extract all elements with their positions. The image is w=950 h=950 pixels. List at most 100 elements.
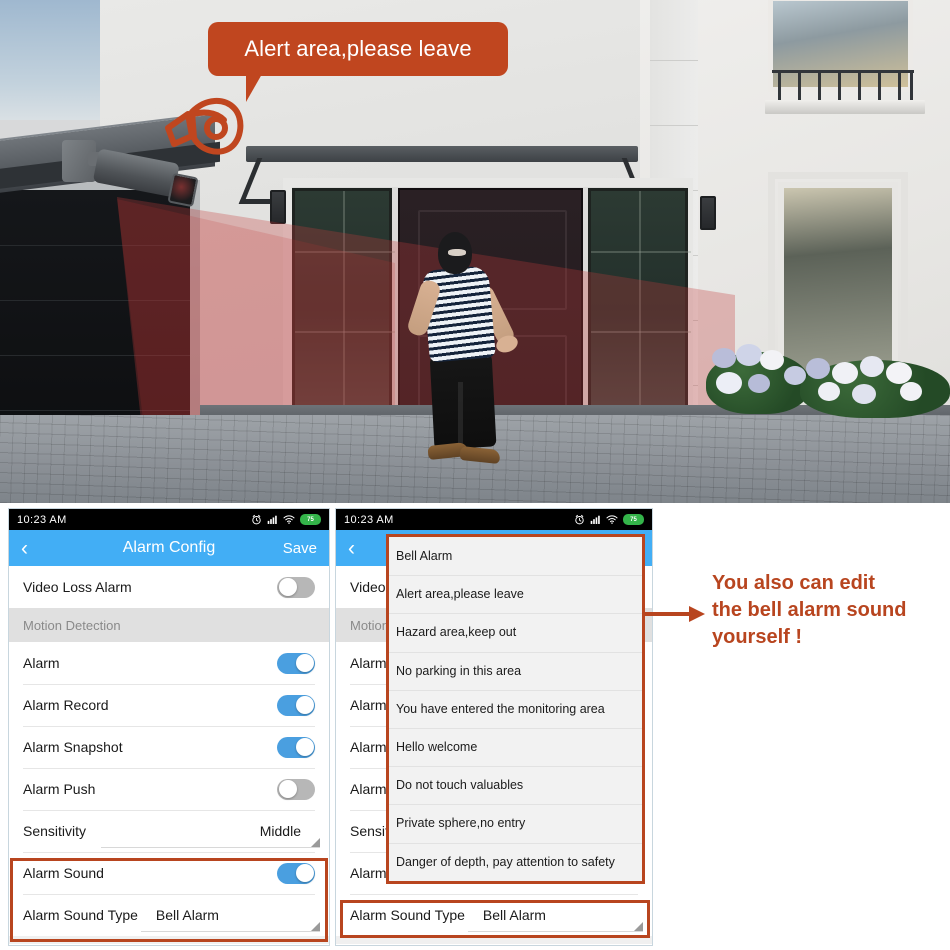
section-motion-detection: Motion Detection [9, 608, 329, 642]
flower [818, 382, 840, 401]
alarm-push-toggle[interactable] [277, 778, 315, 800]
field-underline [141, 931, 320, 932]
masked-intruder [398, 232, 548, 465]
row-label: Alarm Sound Type [23, 907, 138, 923]
signal-bars-icon [590, 515, 600, 524]
dropdown-option[interactable]: Alert area,please leave [389, 575, 642, 613]
row-alarm-sound-type[interactable]: Alarm Sound Type Bell Alarm [9, 894, 329, 936]
row-alarm[interactable]: Alarm [9, 642, 329, 684]
row-label: Alarm [350, 655, 387, 671]
door-canopy [246, 146, 638, 162]
flower [860, 356, 884, 377]
balcony-railing [772, 70, 914, 102]
signal-bars-icon [267, 515, 277, 524]
row-alarm-push[interactable]: Alarm Push [9, 768, 329, 810]
row-alarm-snapshot[interactable]: Alarm Snapshot [9, 726, 329, 768]
section-label: Motion [350, 617, 390, 633]
alarm-sound-type-dropdown[interactable]: Bell Alarm Alert area,please leave Hazar… [389, 537, 642, 881]
row-alarm-record[interactable]: Alarm Record [9, 684, 329, 726]
chevron-left-icon[interactable]: ‹ [348, 538, 355, 559]
status-time: 10:23 AM [344, 513, 394, 526]
bottom-spacer [336, 936, 652, 944]
phone-screenshot-alarm-config: 10:23 AM 75 ‹ Alarm Config Save Video Lo… [8, 508, 330, 946]
dropdown-option[interactable]: No parking in this area [389, 651, 642, 690]
row-alarm-sound-type[interactable]: Alarm Sound Type Bell Alarm [336, 894, 652, 936]
dropdown-corner-icon[interactable] [311, 922, 320, 931]
sensitivity-value: Middle [259, 823, 301, 839]
dropdown-option[interactable]: Hello welcome [389, 727, 642, 766]
row-label: Alarm Sound [23, 865, 104, 881]
dropdown-option[interactable]: Hazard area,keep out [389, 613, 642, 651]
annotation-line: You also can edit [712, 572, 875, 594]
row-label: Alarm [350, 739, 387, 755]
alarm-sound-toggle[interactable] [277, 862, 315, 884]
battery-level: 75 [307, 516, 314, 523]
flower [736, 344, 762, 366]
status-bar: 10:23 AM 75 [9, 509, 329, 530]
flower [748, 374, 770, 393]
door-lamp-left [270, 190, 286, 224]
status-bar: 10:23 AM 75 [336, 509, 652, 530]
row-label: Alarm Push [23, 781, 96, 797]
row-label: Video [350, 579, 386, 595]
row-video-loss-alarm[interactable]: Video Loss Alarm [9, 566, 329, 608]
sky [0, 0, 110, 120]
alarm-sound-type-value: Bell Alarm [155, 907, 219, 923]
alarm-record-toggle[interactable] [277, 694, 315, 716]
alarm-clock-icon [575, 514, 584, 525]
door-lamp-right [700, 196, 716, 230]
alarm-snapshot-toggle[interactable] [277, 736, 315, 758]
speech-bubble: Alert area,please leave [208, 22, 508, 76]
battery-icon: 75 [300, 514, 321, 525]
save-button[interactable]: Save [283, 540, 317, 557]
flower [886, 362, 912, 384]
wifi-icon [283, 515, 295, 524]
video-loss-alarm-toggle[interactable] [277, 576, 315, 598]
row-sensitivity[interactable]: Sensitivity Middle [9, 810, 329, 852]
dropdown-option[interactable]: Bell Alarm [389, 537, 642, 575]
dropdown-option[interactable]: Do not touch valuables [389, 766, 642, 804]
annotation-line: yourself ! [712, 626, 803, 648]
intruder-shoe [459, 445, 501, 465]
dropdown-corner-icon[interactable] [634, 922, 643, 931]
row-label: Sensit [350, 823, 389, 839]
intruder-leg-split [458, 382, 463, 444]
flower [716, 372, 742, 394]
annotation-note: You also can edit the bell alarm sound y… [712, 570, 948, 651]
dropdown-option[interactable]: Danger of depth, pay attention to safety [389, 842, 642, 881]
row-label: Alarm Sound Type [350, 907, 465, 923]
chevron-left-icon[interactable]: ‹ [21, 538, 28, 559]
flower [806, 358, 830, 379]
flower [712, 348, 736, 368]
dropdown-corner-icon[interactable] [311, 838, 320, 847]
row-alarm-sound[interactable]: Alarm Sound [9, 852, 329, 894]
row-label: Alarm [350, 697, 387, 713]
section-label: Motion Detection [23, 617, 121, 633]
field-underline [101, 847, 320, 848]
intruder-torso [422, 265, 496, 363]
intruder-eye-slit [448, 249, 466, 256]
row-label: Alarm Snapshot [23, 739, 123, 755]
row-label: Sensitivity [23, 823, 87, 839]
page-title: Alarm Config [122, 539, 216, 556]
arrow-right-icon [645, 606, 705, 622]
flower [900, 382, 922, 401]
status-time: 10:23 AM [17, 513, 67, 526]
row-label: Alarm [350, 781, 387, 797]
row-label: Alarm [23, 655, 60, 671]
alarm-clock-icon [252, 514, 261, 525]
row-label: Alarm Record [23, 697, 109, 713]
battery-icon: 75 [623, 514, 644, 525]
row-label: Alarm [350, 865, 387, 881]
flower [760, 350, 784, 370]
lower-window [778, 182, 898, 382]
megaphone-icon [165, 98, 244, 155]
dropdown-option[interactable]: Private sphere,no entry [389, 804, 642, 842]
speech-bubble-text: Alert area,please leave [244, 36, 472, 61]
field-underline [468, 931, 643, 932]
intruder-legs [429, 350, 497, 450]
dropdown-option[interactable]: You have entered the monitoring area [389, 689, 642, 728]
nav-bar: ‹ Alarm Config Save [9, 530, 329, 566]
flower [832, 362, 858, 384]
alarm-toggle[interactable] [277, 652, 315, 674]
